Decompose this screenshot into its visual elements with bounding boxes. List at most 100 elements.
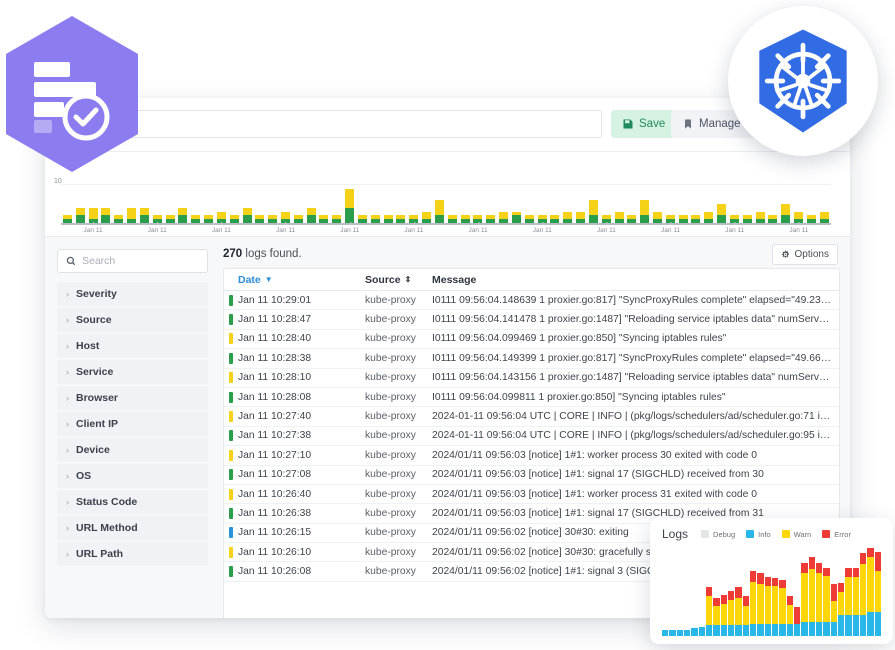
timeline-bar-slot[interactable] [677, 215, 690, 223]
timeline-bar-slot[interactable] [138, 207, 151, 223]
facet-item[interactable]: › Service [57, 360, 208, 384]
timeline-bar-slot[interactable] [446, 215, 459, 223]
logs-card-bar[interactable] [859, 552, 867, 636]
facet-item[interactable]: › Host [57, 334, 208, 358]
facet-item[interactable]: › Device [57, 438, 208, 462]
logs-card-bar[interactable] [837, 583, 845, 636]
timeline-bar-slot[interactable] [625, 215, 638, 223]
timeline-bar-slot[interactable] [87, 207, 100, 223]
timeline-bar-slot[interactable] [638, 200, 651, 223]
table-row[interactable]: Jan 11 10:28:08 kube-proxy I0111 09:56:04.… [224, 388, 839, 408]
timeline-bar-slot[interactable] [74, 207, 87, 223]
timeline-bar-slot[interactable] [510, 211, 523, 223]
timeline-bar-slot[interactable] [241, 207, 254, 223]
logs-card-bar[interactable] [691, 628, 698, 636]
timeline-bar-slot[interactable] [484, 215, 497, 223]
timeline-bar-slot[interactable] [164, 215, 177, 223]
logs-card-bar[interactable] [874, 551, 881, 636]
table-row[interactable]: Jan 11 10:28:47 kube-proxy I0111 09:56:04.… [224, 310, 839, 330]
timeline-bar-slot[interactable] [305, 207, 318, 223]
options-button[interactable]: Options [771, 244, 838, 265]
table-row[interactable]: Jan 11 10:27:10 kube-proxy 2024/01/11 09:5… [224, 446, 839, 466]
timeline-bar-slot[interactable] [767, 215, 780, 223]
logs-card-bar[interactable] [793, 606, 801, 636]
timeline-bar-slot[interactable] [228, 215, 241, 223]
logs-card-bar[interactable] [815, 563, 823, 636]
timeline-bar-slot[interactable] [382, 215, 395, 223]
logs-card-bar[interactable] [742, 596, 749, 636]
timeline-bar-slot[interactable] [433, 200, 446, 223]
logs-card-bar[interactable] [830, 583, 837, 636]
timeline-bar-slot[interactable] [741, 215, 754, 223]
logs-card-bar[interactable] [786, 596, 793, 636]
timeline-bar-slot[interactable] [651, 211, 664, 223]
logs-card-bar[interactable] [823, 567, 830, 636]
logs-card-bar[interactable] [669, 630, 676, 636]
table-row[interactable]: Jan 11 10:28:10 kube-proxy I0111 09:56:04.… [224, 369, 839, 388]
table-row[interactable]: Jan 11 10:27:38 kube-proxy 2024-01-11 09:5… [224, 427, 839, 447]
logs-card-bar[interactable] [808, 557, 815, 636]
timeline-bar-slot[interactable] [369, 215, 382, 223]
timeline-bar-slot[interactable] [253, 215, 266, 223]
timeline-bar-slot[interactable] [779, 204, 792, 223]
timeline-bar-slot[interactable] [125, 207, 138, 223]
facet-item[interactable]: › Browser [57, 386, 208, 410]
logs-card-bar[interactable] [764, 577, 771, 636]
timeline-bar-slot[interactable] [176, 207, 189, 223]
logs-card-bar[interactable] [662, 630, 669, 636]
logs-card-bar[interactable] [749, 570, 757, 636]
logs-card-bar[interactable] [757, 572, 764, 636]
logs-card-bar[interactable] [720, 595, 727, 636]
timeline-bar-slot[interactable] [318, 215, 331, 223]
timeline-bar-slot[interactable] [395, 215, 408, 223]
timeline-bar-slot[interactable] [61, 215, 74, 223]
timeline-bar-slot[interactable] [292, 215, 305, 223]
logs-card-bar[interactable] [683, 630, 691, 636]
logs-card-bar[interactable] [845, 567, 852, 636]
timeline-bar-slot[interactable] [266, 215, 279, 223]
timeline-bar-slot[interactable] [497, 211, 510, 223]
logs-card-bar[interactable] [852, 567, 859, 636]
timeline-bar-slot[interactable] [356, 215, 369, 223]
timeline-bar-slot[interactable] [587, 200, 600, 223]
table-row[interactable]: Jan 11 10:28:40 kube-proxy I0111 09:56:04.… [224, 330, 839, 350]
facet-item[interactable]: › Source [57, 308, 208, 332]
timeline-bar-slot[interactable] [690, 215, 703, 223]
facet-item[interactable]: › Status Code [57, 490, 208, 514]
timeline-bar-slot[interactable] [613, 211, 626, 223]
timeline-bar-slot[interactable] [561, 211, 574, 223]
logs-card-bar[interactable] [727, 590, 735, 636]
timeline-bar-slot[interactable] [99, 207, 112, 223]
timeline-bar-slot[interactable] [548, 215, 561, 223]
save-button[interactable]: Save [611, 110, 677, 138]
logs-card-bar[interactable] [698, 627, 705, 636]
facet-item[interactable]: › Client IP [57, 412, 208, 436]
timeline-bar-slot[interactable] [702, 211, 715, 223]
timeline-bar-slot[interactable] [754, 211, 767, 223]
logs-card-bar[interactable] [801, 563, 808, 636]
facet-item[interactable]: › URL Path [57, 542, 208, 566]
facet-item[interactable]: › Severity [57, 282, 208, 306]
logs-card-bar[interactable] [705, 586, 713, 636]
timeline-bar-slot[interactable] [818, 211, 831, 223]
timeline-bar-slot[interactable] [343, 189, 356, 223]
facet-item[interactable]: › URL Method [57, 516, 208, 540]
header-source[interactable]: Source ⇕ [365, 274, 432, 286]
logs-card-bar[interactable] [735, 586, 742, 636]
logs-card-bar[interactable] [771, 578, 779, 636]
table-row[interactable]: Jan 11 10:29:01 kube-proxy I0111 09:56:04.… [224, 291, 839, 311]
facet-search[interactable] [57, 249, 208, 273]
timeline-bar-slot[interactable] [523, 215, 536, 223]
logs-card-bar[interactable] [676, 630, 683, 636]
timeline-bar-slot[interactable] [330, 215, 343, 223]
header-date[interactable]: Date ▼ [238, 274, 365, 286]
timeline-bar-slot[interactable] [189, 215, 202, 223]
table-row[interactable]: Jan 11 10:27:08 kube-proxy 2024/01/11 09:5… [224, 466, 839, 485]
timeline-bar-slot[interactable] [574, 211, 587, 223]
timeline-bar-slot[interactable] [202, 215, 215, 223]
facet-item[interactable]: › OS [57, 464, 208, 488]
table-row[interactable]: Jan 11 10:27:40 kube-proxy 2024-01-11 09:5… [224, 407, 839, 427]
timeline-bar-slot[interactable] [715, 204, 728, 223]
timeline-bar-slot[interactable] [459, 215, 472, 223]
logs-card-bar[interactable] [779, 580, 786, 636]
